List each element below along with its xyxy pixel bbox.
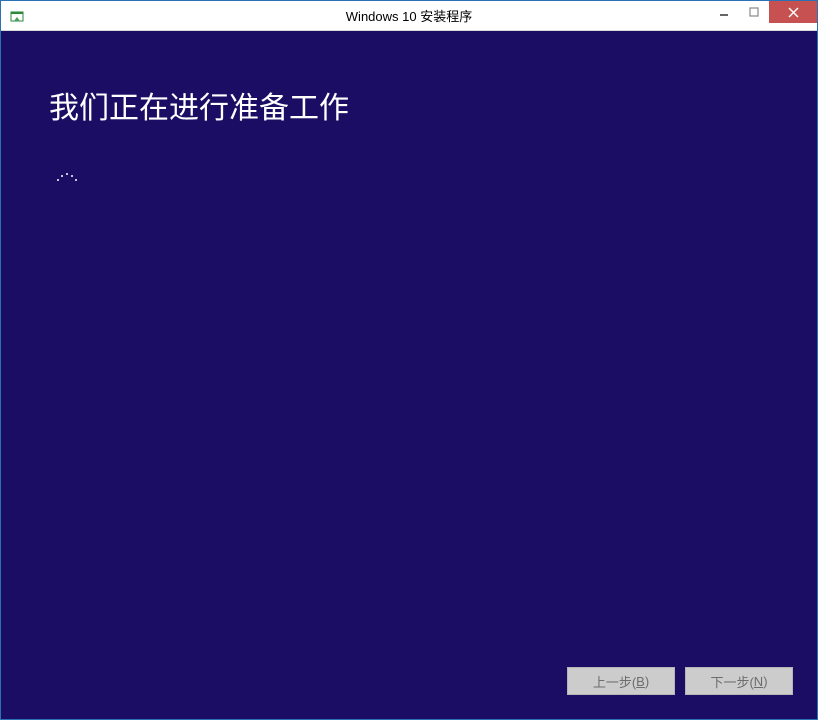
back-button[interactable]: 上一步(B) [567,667,675,695]
maximize-button[interactable] [739,1,769,23]
next-button-label-suffix: ) [763,674,767,689]
footer-buttons: 上一步(B) 下一步(N) [567,667,793,695]
window-controls [709,1,817,30]
next-button[interactable]: 下一步(N) [685,667,793,695]
back-button-mnemonic: B [636,674,645,689]
next-button-mnemonic: N [754,674,763,689]
next-button-label-prefix: 下一步( [710,672,753,691]
window-title: Windows 10 安装程序 [1,6,817,25]
close-button[interactable] [769,1,817,23]
app-icon [9,8,25,24]
back-button-label-suffix: ) [645,674,649,689]
minimize-button[interactable] [709,1,739,23]
titlebar: Windows 10 安装程序 [1,1,817,31]
maximize-icon [749,7,759,17]
loading-spinner-icon [55,173,79,197]
close-icon [788,7,799,18]
content-area: 我们正在进行准备工作 上一步(B) 下一步(N) [1,31,817,719]
back-button-label-prefix: 上一步( [593,672,636,691]
minimize-icon [719,7,729,17]
installer-window: Windows 10 安装程序 我们正在进行准备工作 [0,0,818,720]
page-heading: 我们正在进行准备工作 [49,83,769,127]
